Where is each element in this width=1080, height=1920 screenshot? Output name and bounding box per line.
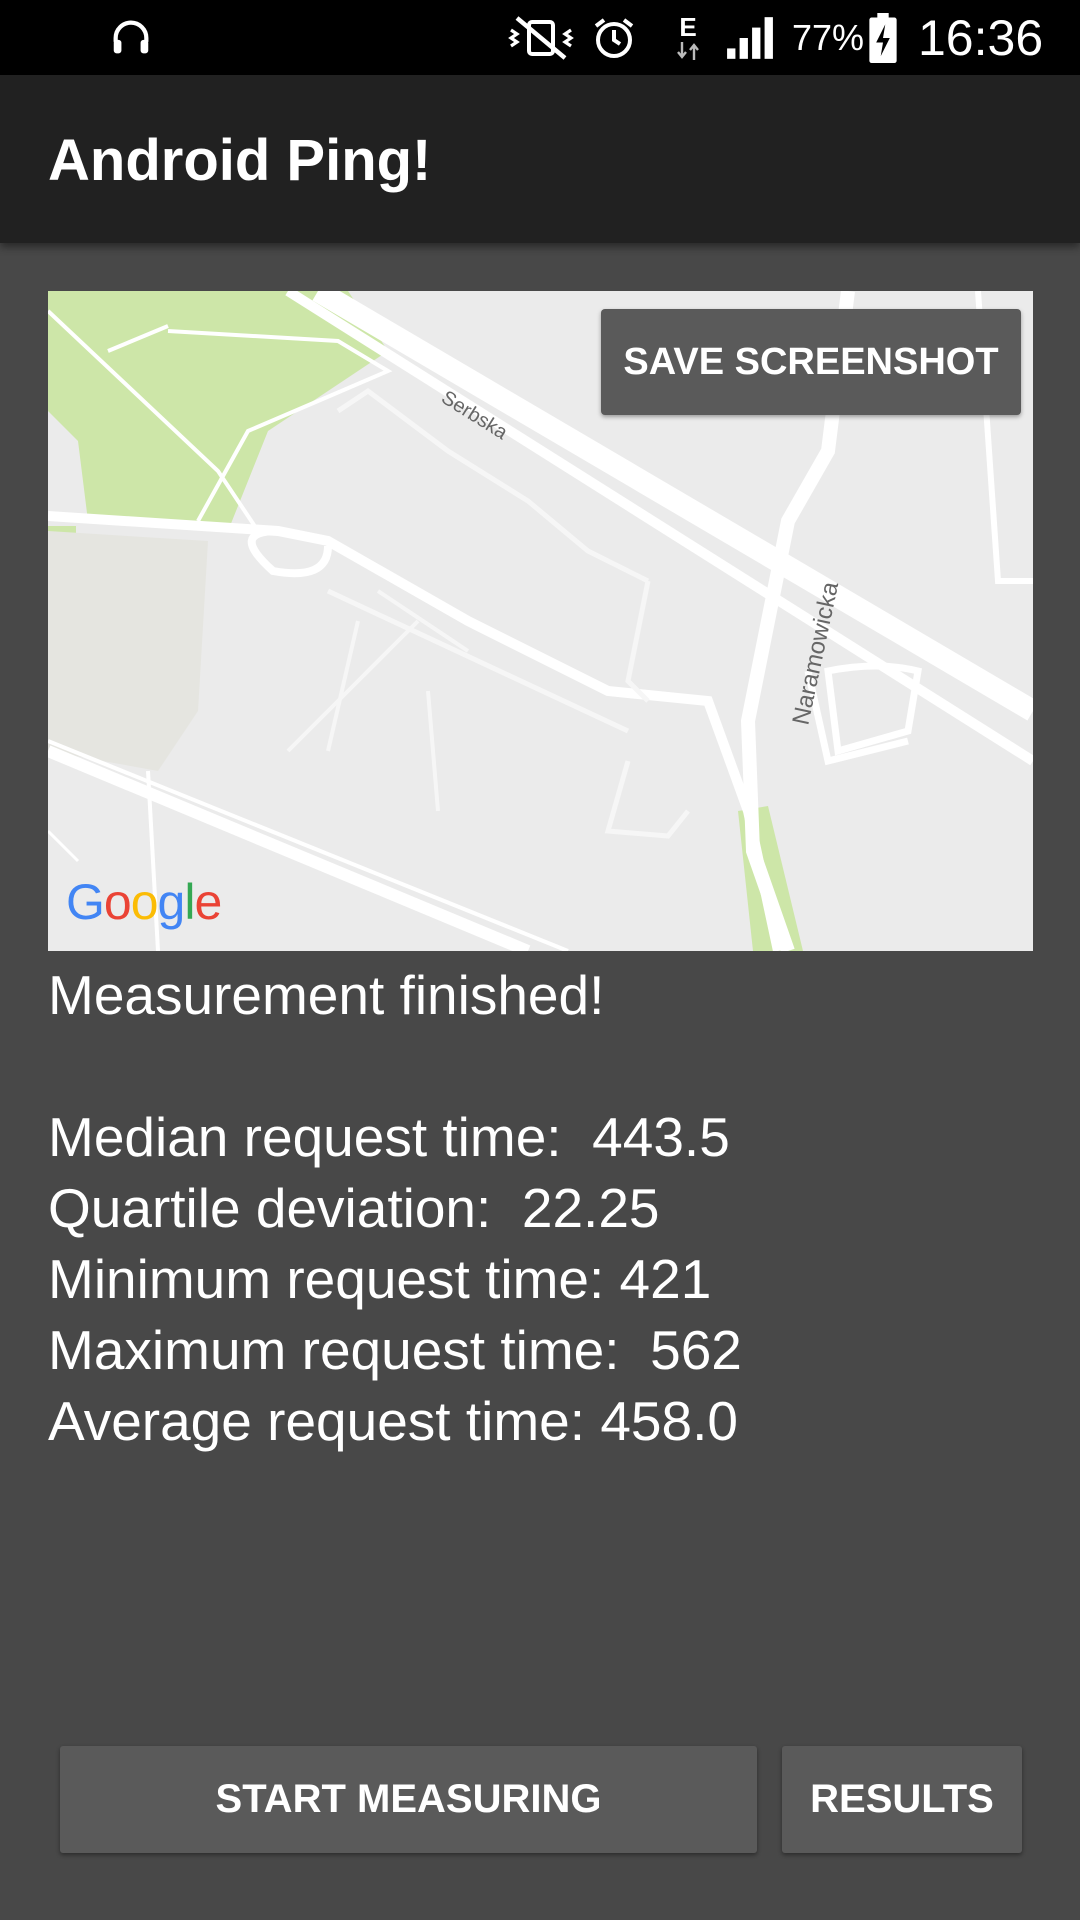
network-type-label: E: [679, 11, 697, 42]
start-measuring-button[interactable]: START MEASURING: [60, 1746, 757, 1853]
battery-percent: 77%: [792, 16, 865, 58]
mute-vibrate-icon: [505, 0, 577, 75]
results-button[interactable]: RESULTS: [782, 1746, 1022, 1853]
minimum-request-time: Minimum request time: 421: [48, 1248, 712, 1310]
google-logo: Google: [66, 874, 222, 930]
clock: 16:36: [918, 9, 1044, 66]
measurement-status: Measurement finished!: [48, 964, 605, 1026]
alarm-icon: [590, 0, 638, 75]
app-title: Android Ping!: [48, 128, 432, 193]
average-request-time: Average request time: 458.0: [48, 1390, 738, 1452]
app-bar: Android Ping!: [0, 75, 1080, 243]
quartile-deviation: Quartile deviation: 22.25: [48, 1177, 660, 1239]
signal-icon: [725, 0, 775, 75]
median-request-time: Median request time: 443.5: [48, 1106, 730, 1168]
results-panel: Measurement finished! Median request tim…: [48, 960, 742, 1457]
status-bar: E 77% 16:36: [0, 0, 1080, 75]
data-arrows-icon: E: [675, 0, 701, 75]
headphones-icon: [108, 0, 154, 75]
save-screenshot-button[interactable]: SAVE SCREENSHOT: [601, 309, 1021, 415]
map-view[interactable]: Serbska Naramowicka SAVE SCREENSHOT Goog…: [48, 291, 1033, 951]
maximum-request-time: Maximum request time: 562: [48, 1319, 742, 1381]
battery-charging-icon: [866, 0, 900, 75]
